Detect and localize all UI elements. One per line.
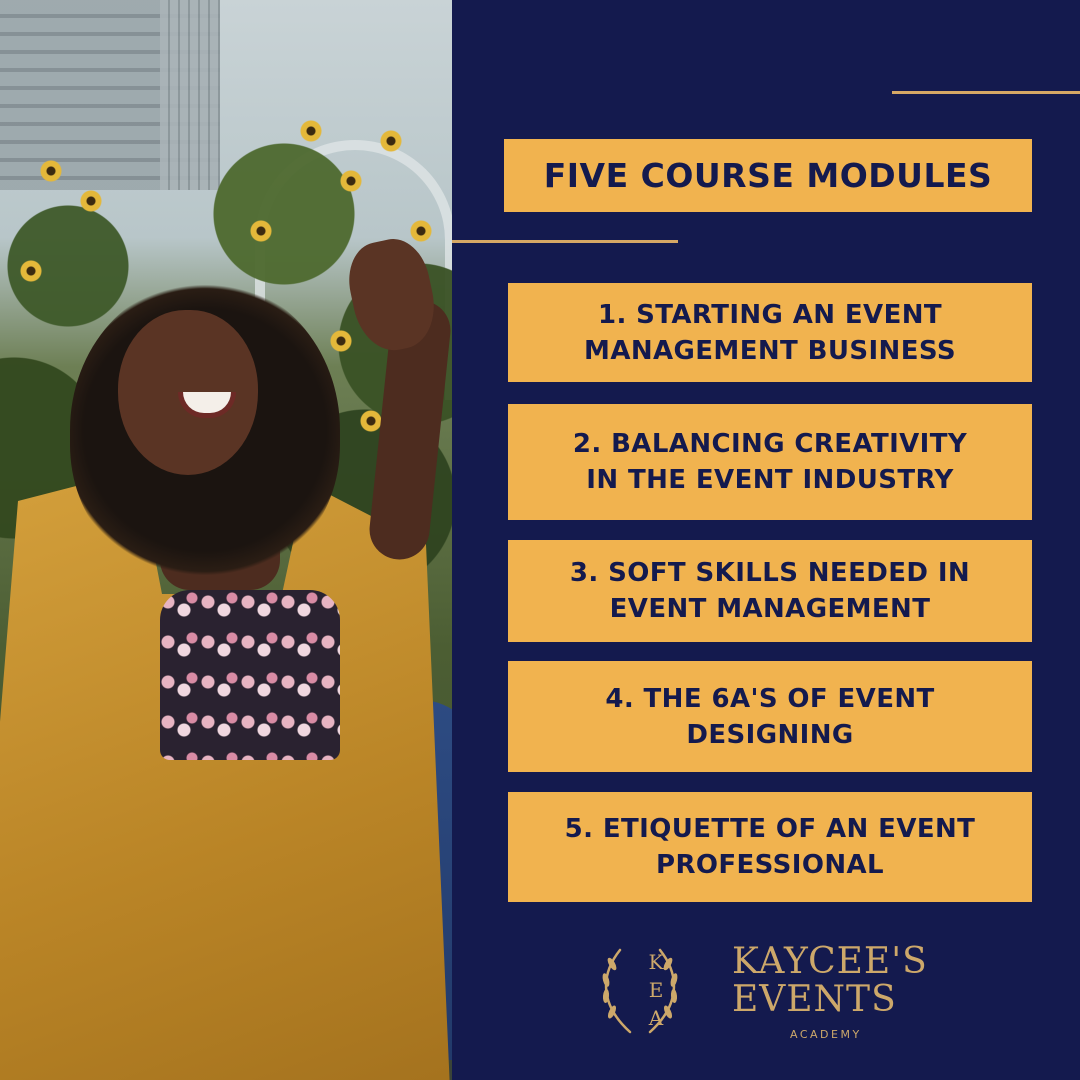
module-title: 1. STARTING AN EVENT MANAGEMENT BUSINESS: [584, 297, 956, 369]
flower: [360, 410, 382, 432]
monogram-letter: K: [648, 950, 664, 974]
flower: [80, 190, 102, 212]
flower: [410, 220, 432, 242]
module-title: 5. ETIQUETTE OF AN EVENT PROFESSIONAL: [565, 811, 976, 883]
module-title-line2: MANAGEMENT BUSINESS: [584, 335, 956, 366]
flower: [20, 260, 42, 282]
logo-name-line2: EVENTS: [732, 979, 897, 1020]
hero-photo: [0, 0, 452, 1080]
logo-monogram: K E A: [644, 948, 668, 1032]
heading-box: FIVE COURSE MODULES: [504, 139, 1032, 212]
module-title-line1: 5. ETIQUETTE OF AN EVENT: [564, 814, 976, 844]
module-card-5: 5. ETIQUETTE OF AN EVENT PROFESSIONAL: [508, 792, 1032, 902]
module-card-3: 3. SOFT SKILLS NEEDED IN EVENT MANAGEMEN…: [508, 540, 1032, 642]
kaycees-events-academy-logo: K E A KAYCEE'S EVENTS ACADEMY: [590, 940, 930, 1050]
flower: [340, 170, 362, 192]
module-card-4: 4. THE 6A'S OF EVENT DESIGNING: [508, 661, 1032, 772]
module-card-1: 1. STARTING AN EVENT MANAGEMENT BUSINESS: [508, 283, 1032, 382]
module-title-line2: EVENT MANAGEMENT: [609, 594, 931, 624]
module-title: 4. THE 6A'S OF EVENT DESIGNING: [605, 681, 934, 753]
flower: [40, 160, 62, 182]
module-title: 3. SOFT SKILLS NEEDED IN EVENT MANAGEMEN…: [570, 555, 970, 627]
module-card-2: 2. BALANCING CREATIVITY IN THE EVENT IND…: [508, 404, 1032, 520]
flower: [250, 220, 272, 242]
module-title: 2. BALANCING CREATIVITY IN THE EVENT IND…: [573, 426, 967, 498]
module-title-line1: 2. BALANCING CREATIVITY: [572, 429, 968, 459]
logo-name-line3: ACADEMY: [790, 1028, 862, 1041]
page-title: FIVE COURSE MODULES: [543, 156, 993, 195]
module-title-line2: PROFESSIONAL: [655, 850, 884, 880]
flower: [380, 130, 402, 152]
content-panel: FIVE COURSE MODULES 1. STARTING AN EVENT…: [452, 0, 1080, 1080]
monogram-letter: E: [648, 978, 664, 1002]
laurel-wreath-icon: [602, 948, 678, 1034]
logo-name-line1: KAYCEE'S: [732, 941, 928, 982]
monogram-letter: A: [648, 1006, 664, 1030]
decorative-rule-middle: [452, 240, 678, 243]
flower: [300, 120, 322, 142]
module-title-line1: 3. SOFT SKILLS NEEDED IN: [569, 558, 971, 588]
module-title-line2: DESIGNING: [686, 719, 854, 750]
decorative-rule-top: [892, 91, 1080, 94]
module-title-line1: 4. THE 6A'S OF EVENT: [605, 683, 935, 714]
module-title-line2: IN THE EVENT INDUSTRY: [586, 465, 954, 495]
module-title-line1: 1. STARTING AN EVENT: [597, 299, 943, 330]
floral-top: [160, 590, 340, 760]
flower: [330, 330, 352, 352]
